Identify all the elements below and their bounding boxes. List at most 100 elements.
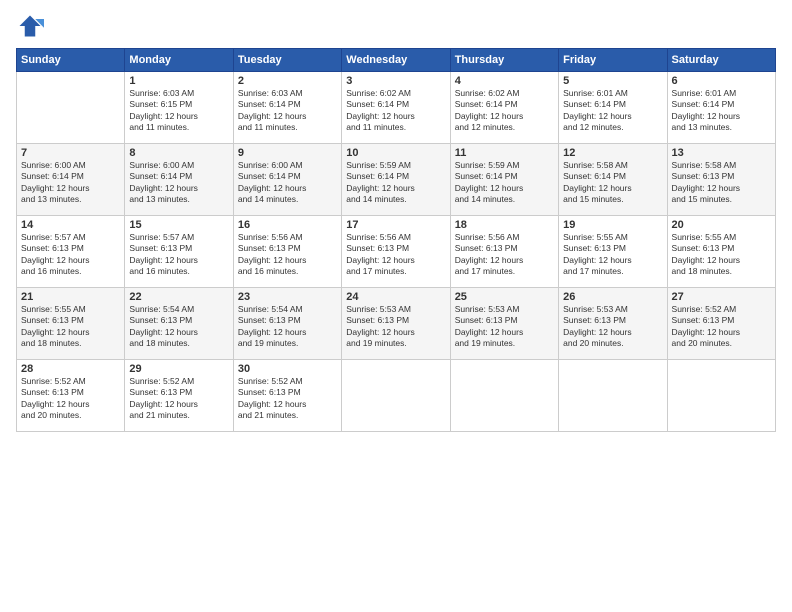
calendar-cell: 1Sunrise: 6:03 AM Sunset: 6:15 PM Daylig… [125, 72, 233, 144]
calendar-cell: 7Sunrise: 6:00 AM Sunset: 6:14 PM Daylig… [17, 144, 125, 216]
day-number: 4 [455, 75, 554, 87]
day-number: 24 [346, 291, 445, 303]
day-number: 26 [563, 291, 662, 303]
day-info: Sunrise: 5:59 AM Sunset: 6:14 PM Dayligh… [346, 160, 445, 206]
logo [16, 12, 48, 40]
col-header-sunday: Sunday [17, 49, 125, 72]
day-number: 10 [346, 147, 445, 159]
day-number: 3 [346, 75, 445, 87]
week-row-1: 1Sunrise: 6:03 AM Sunset: 6:15 PM Daylig… [17, 72, 776, 144]
day-number: 18 [455, 219, 554, 231]
day-info: Sunrise: 5:57 AM Sunset: 6:13 PM Dayligh… [129, 232, 228, 278]
day-number: 28 [21, 363, 120, 375]
calendar-cell: 23Sunrise: 5:54 AM Sunset: 6:13 PM Dayli… [233, 288, 341, 360]
calendar-cell: 17Sunrise: 5:56 AM Sunset: 6:13 PM Dayli… [342, 216, 450, 288]
calendar-cell: 9Sunrise: 6:00 AM Sunset: 6:14 PM Daylig… [233, 144, 341, 216]
calendar-table: SundayMondayTuesdayWednesdayThursdayFrid… [16, 48, 776, 432]
calendar-cell: 30Sunrise: 5:52 AM Sunset: 6:13 PM Dayli… [233, 360, 341, 432]
day-number: 22 [129, 291, 228, 303]
day-info: Sunrise: 5:53 AM Sunset: 6:13 PM Dayligh… [563, 304, 662, 350]
day-number: 19 [563, 219, 662, 231]
col-header-thursday: Thursday [450, 49, 558, 72]
day-number: 11 [455, 147, 554, 159]
day-number: 12 [563, 147, 662, 159]
day-number: 9 [238, 147, 337, 159]
calendar-page: SundayMondayTuesdayWednesdayThursdayFrid… [0, 0, 792, 612]
calendar-cell: 15Sunrise: 5:57 AM Sunset: 6:13 PM Dayli… [125, 216, 233, 288]
week-row-2: 7Sunrise: 6:00 AM Sunset: 6:14 PM Daylig… [17, 144, 776, 216]
week-row-5: 28Sunrise: 5:52 AM Sunset: 6:13 PM Dayli… [17, 360, 776, 432]
calendar-cell: 10Sunrise: 5:59 AM Sunset: 6:14 PM Dayli… [342, 144, 450, 216]
day-info: Sunrise: 5:59 AM Sunset: 6:14 PM Dayligh… [455, 160, 554, 206]
day-number: 27 [672, 291, 771, 303]
day-info: Sunrise: 5:56 AM Sunset: 6:13 PM Dayligh… [346, 232, 445, 278]
calendar-cell: 24Sunrise: 5:53 AM Sunset: 6:13 PM Dayli… [342, 288, 450, 360]
day-info: Sunrise: 6:00 AM Sunset: 6:14 PM Dayligh… [21, 160, 120, 206]
calendar-cell: 28Sunrise: 5:52 AM Sunset: 6:13 PM Dayli… [17, 360, 125, 432]
calendar-cell: 6Sunrise: 6:01 AM Sunset: 6:14 PM Daylig… [667, 72, 775, 144]
day-number: 13 [672, 147, 771, 159]
calendar-cell: 26Sunrise: 5:53 AM Sunset: 6:13 PM Dayli… [559, 288, 667, 360]
calendar-cell [667, 360, 775, 432]
day-info: Sunrise: 5:57 AM Sunset: 6:13 PM Dayligh… [21, 232, 120, 278]
day-number: 25 [455, 291, 554, 303]
day-info: Sunrise: 5:54 AM Sunset: 6:13 PM Dayligh… [129, 304, 228, 350]
day-number: 2 [238, 75, 337, 87]
header-row: SundayMondayTuesdayWednesdayThursdayFrid… [17, 49, 776, 72]
calendar-cell: 3Sunrise: 6:02 AM Sunset: 6:14 PM Daylig… [342, 72, 450, 144]
calendar-cell [559, 360, 667, 432]
calendar-cell: 19Sunrise: 5:55 AM Sunset: 6:13 PM Dayli… [559, 216, 667, 288]
col-header-friday: Friday [559, 49, 667, 72]
col-header-tuesday: Tuesday [233, 49, 341, 72]
day-info: Sunrise: 5:52 AM Sunset: 6:13 PM Dayligh… [238, 376, 337, 422]
day-info: Sunrise: 5:55 AM Sunset: 6:13 PM Dayligh… [672, 232, 771, 278]
day-info: Sunrise: 5:52 AM Sunset: 6:13 PM Dayligh… [672, 304, 771, 350]
calendar-cell [17, 72, 125, 144]
day-number: 21 [21, 291, 120, 303]
day-info: Sunrise: 6:01 AM Sunset: 6:14 PM Dayligh… [672, 88, 771, 134]
day-number: 16 [238, 219, 337, 231]
calendar-cell: 20Sunrise: 5:55 AM Sunset: 6:13 PM Dayli… [667, 216, 775, 288]
day-info: Sunrise: 5:52 AM Sunset: 6:13 PM Dayligh… [129, 376, 228, 422]
calendar-cell: 18Sunrise: 5:56 AM Sunset: 6:13 PM Dayli… [450, 216, 558, 288]
calendar-cell: 12Sunrise: 5:58 AM Sunset: 6:14 PM Dayli… [559, 144, 667, 216]
logo-icon [16, 12, 44, 40]
calendar-cell: 5Sunrise: 6:01 AM Sunset: 6:14 PM Daylig… [559, 72, 667, 144]
day-number: 8 [129, 147, 228, 159]
day-info: Sunrise: 6:03 AM Sunset: 6:15 PM Dayligh… [129, 88, 228, 134]
calendar-cell [342, 360, 450, 432]
day-info: Sunrise: 6:03 AM Sunset: 6:14 PM Dayligh… [238, 88, 337, 134]
day-number: 1 [129, 75, 228, 87]
day-info: Sunrise: 6:01 AM Sunset: 6:14 PM Dayligh… [563, 88, 662, 134]
calendar-cell: 29Sunrise: 5:52 AM Sunset: 6:13 PM Dayli… [125, 360, 233, 432]
calendar-cell: 22Sunrise: 5:54 AM Sunset: 6:13 PM Dayli… [125, 288, 233, 360]
week-row-3: 14Sunrise: 5:57 AM Sunset: 6:13 PM Dayli… [17, 216, 776, 288]
calendar-cell: 4Sunrise: 6:02 AM Sunset: 6:14 PM Daylig… [450, 72, 558, 144]
day-info: Sunrise: 6:00 AM Sunset: 6:14 PM Dayligh… [129, 160, 228, 206]
day-number: 15 [129, 219, 228, 231]
calendar-cell: 13Sunrise: 5:58 AM Sunset: 6:13 PM Dayli… [667, 144, 775, 216]
calendar-cell: 27Sunrise: 5:52 AM Sunset: 6:13 PM Dayli… [667, 288, 775, 360]
day-number: 23 [238, 291, 337, 303]
calendar-cell: 25Sunrise: 5:53 AM Sunset: 6:13 PM Dayli… [450, 288, 558, 360]
day-info: Sunrise: 6:00 AM Sunset: 6:14 PM Dayligh… [238, 160, 337, 206]
day-number: 20 [672, 219, 771, 231]
col-header-saturday: Saturday [667, 49, 775, 72]
calendar-cell: 14Sunrise: 5:57 AM Sunset: 6:13 PM Dayli… [17, 216, 125, 288]
header [16, 12, 776, 40]
day-number: 6 [672, 75, 771, 87]
col-header-wednesday: Wednesday [342, 49, 450, 72]
day-number: 5 [563, 75, 662, 87]
day-number: 30 [238, 363, 337, 375]
day-number: 29 [129, 363, 228, 375]
calendar-cell [450, 360, 558, 432]
col-header-monday: Monday [125, 49, 233, 72]
day-info: Sunrise: 5:56 AM Sunset: 6:13 PM Dayligh… [238, 232, 337, 278]
day-number: 17 [346, 219, 445, 231]
day-info: Sunrise: 6:02 AM Sunset: 6:14 PM Dayligh… [455, 88, 554, 134]
calendar-cell: 16Sunrise: 5:56 AM Sunset: 6:13 PM Dayli… [233, 216, 341, 288]
day-info: Sunrise: 5:55 AM Sunset: 6:13 PM Dayligh… [21, 304, 120, 350]
day-info: Sunrise: 5:52 AM Sunset: 6:13 PM Dayligh… [21, 376, 120, 422]
day-number: 14 [21, 219, 120, 231]
day-info: Sunrise: 5:54 AM Sunset: 6:13 PM Dayligh… [238, 304, 337, 350]
